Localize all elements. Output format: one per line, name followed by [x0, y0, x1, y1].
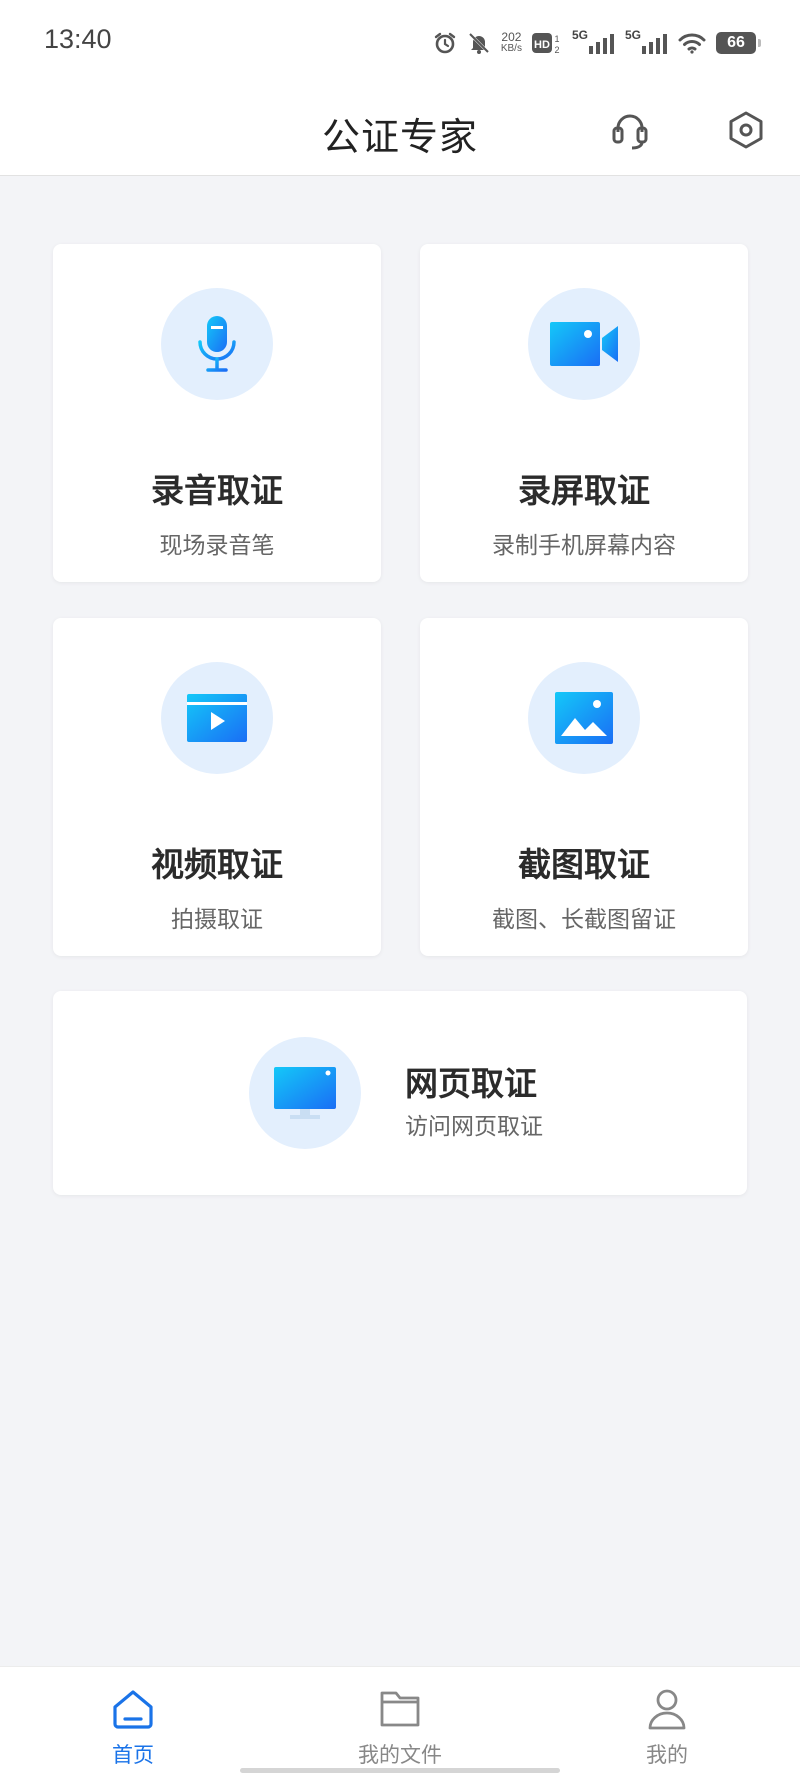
- monitor-icon: [274, 1067, 336, 1119]
- microphone-icon: [198, 316, 236, 372]
- card-subtitle: 现场录音笔: [159, 533, 275, 559]
- headset-icon: [612, 114, 648, 150]
- net-speed: 202 KB/s: [500, 30, 522, 54]
- card-title: 截图取证: [518, 845, 650, 884]
- card-subtitle: 拍摄取证: [171, 907, 263, 933]
- sig2-label: 5G: [624, 28, 641, 42]
- nav-label: 我的文件: [358, 1743, 442, 1767]
- signal-icon: 5G: [625, 28, 668, 54]
- hd-icon: HD 1 2: [531, 31, 562, 55]
- customer-service-button[interactable]: [604, 104, 656, 156]
- net-speed-unit: KB/s: [500, 43, 522, 54]
- status-icons: 202 KB/s HD 1 2 5G 5G 66: [433, 26, 761, 60]
- battery-icon: 66: [716, 32, 761, 54]
- card-icon-bg: [161, 662, 273, 774]
- nav-item-profile[interactable]: 我的: [587, 1667, 747, 1778]
- hd-label: HD: [534, 39, 550, 51]
- status-time: 13:40: [44, 24, 112, 54]
- nav-item-home[interactable]: 首页: [53, 1667, 213, 1778]
- nav-item-my-files[interactable]: 我的文件: [320, 1667, 480, 1778]
- screenshot-evidence-card[interactable]: 截图取证 截图、长截图留证: [420, 618, 748, 956]
- card-icon-bg: [161, 288, 273, 400]
- card-title: 网页取证: [405, 1064, 537, 1103]
- folder-icon: [380, 1691, 420, 1727]
- user-icon: [648, 1689, 686, 1730]
- card-title: 视频取证: [151, 845, 283, 884]
- card-icon-bg: [528, 662, 640, 774]
- app-header: 公证专家: [0, 86, 800, 176]
- mute-bell-icon: [467, 31, 491, 55]
- status-bar: 13:40 202 KB/s HD 1 2 5G 5G 66: [0, 0, 800, 86]
- video-camera-icon: [550, 322, 618, 366]
- card-subtitle: 录制手机屏幕内容: [492, 533, 676, 559]
- page-title: 公证专家: [321, 115, 478, 159]
- card-subtitle: 访问网页取证: [405, 1114, 543, 1140]
- svg-text:1: 1: [554, 34, 559, 44]
- card-icon-bg: [249, 1037, 361, 1149]
- home-icon: [113, 1690, 153, 1729]
- card-title: 录音取证: [151, 471, 283, 510]
- sig1-label: 5G: [571, 28, 588, 42]
- nav-label: 我的: [646, 1743, 688, 1767]
- audio-evidence-card[interactable]: 录音取证 现场录音笔: [53, 244, 381, 582]
- settings-hexagon-icon: [729, 111, 763, 149]
- nav-label: 首页: [112, 1743, 154, 1767]
- card-title: 录屏取证: [518, 471, 650, 510]
- image-icon: [555, 692, 613, 744]
- alarm-icon: [433, 31, 457, 55]
- card-subtitle: 截图、长截图留证: [492, 907, 676, 933]
- settings-button[interactable]: [720, 104, 772, 156]
- screen-recording-card[interactable]: 录屏取证 录制手机屏幕内容: [420, 244, 748, 582]
- video-evidence-card[interactable]: 视频取证 拍摄取证: [53, 618, 381, 956]
- signal-icon: 5G: [572, 28, 615, 54]
- home-indicator: [240, 1768, 560, 1773]
- webpage-evidence-card[interactable]: 网页取证 访问网页取证: [53, 991, 747, 1195]
- svg-text:2: 2: [554, 45, 559, 55]
- video-player-icon: [187, 694, 247, 742]
- net-speed-value: 202: [501, 30, 522, 44]
- card-icon-bg: [528, 288, 640, 400]
- wifi-icon: [678, 32, 706, 54]
- bottom-nav: 首页 我的文件 我的: [0, 1666, 800, 1778]
